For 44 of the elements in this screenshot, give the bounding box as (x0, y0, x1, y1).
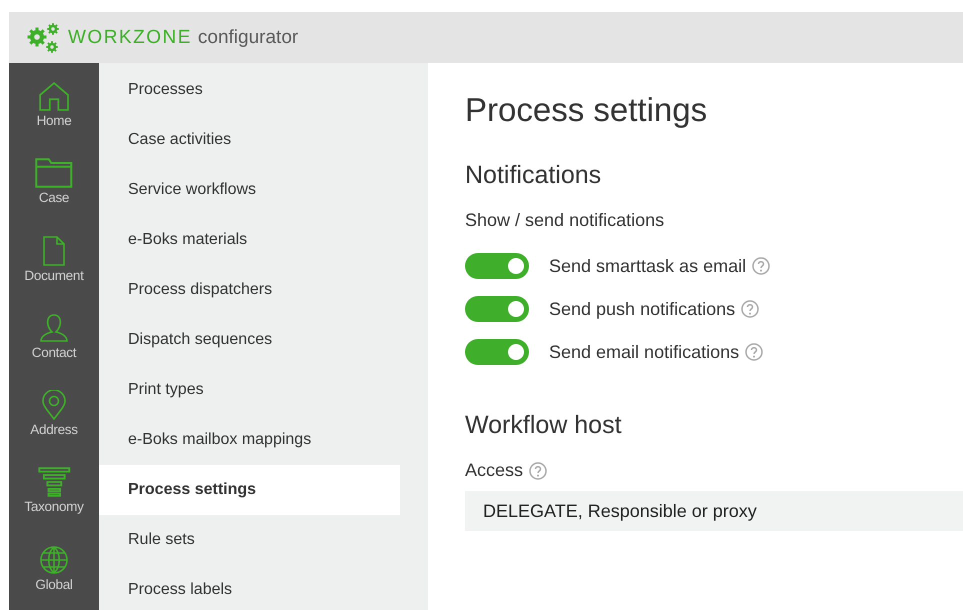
submenu-item[interactable]: Process labels (99, 565, 400, 610)
nav-item[interactable]: Global (35, 544, 73, 610)
toggle-label: Send push notifications (549, 298, 736, 320)
nav-item[interactable]: Home (36, 81, 72, 146)
document-icon (42, 236, 65, 266)
submenu-item[interactable]: Rule sets (99, 515, 400, 565)
submenu-item[interactable]: e-Boks materials (99, 215, 400, 265)
nav-item[interactable]: Case (35, 158, 73, 224)
field-label: Show / send notifications (465, 210, 664, 231)
help-icon[interactable] (741, 300, 760, 318)
toggle-switch[interactable] (465, 296, 529, 322)
submenu-item[interactable]: Processes (99, 65, 400, 115)
folder-icon (35, 158, 73, 188)
submenu-item[interactable]: Case activities (99, 115, 400, 165)
field-label: Access (465, 460, 524, 481)
submenu-item[interactable]: Process settings (99, 465, 400, 515)
nav-item[interactable]: Document (24, 236, 84, 301)
filter-stack-icon (36, 467, 72, 498)
submenu-item[interactable]: e-Boks mailbox mappings (99, 415, 400, 465)
page-title: Process settings (465, 91, 708, 130)
toggle-label: Send smarttask as email (549, 256, 746, 276)
person-icon (39, 312, 69, 343)
product-name: configurator (198, 26, 298, 48)
submenu-item[interactable]: Service workflows (99, 165, 400, 215)
globe-icon (38, 544, 69, 575)
toggle-label: Send email notifications (549, 342, 740, 362)
location-pin-icon (42, 390, 66, 420)
help-icon[interactable] (745, 343, 764, 361)
nav-item[interactable]: Contact (32, 312, 76, 378)
nav-item[interactable]: Taxonomy (24, 467, 84, 533)
brand-name: WORKZONE (68, 26, 192, 48)
section-heading: Workflow host (465, 411, 623, 440)
section-heading: Notifications (465, 161, 602, 190)
nav-item[interactable]: Address (30, 390, 78, 456)
submenu-item[interactable]: Dispatch sequences (99, 315, 400, 365)
help-icon[interactable] (752, 257, 770, 275)
submenu-item[interactable]: Process dispatchers (99, 265, 400, 315)
toggle-switch[interactable] (465, 339, 529, 365)
gears-logo-icon (26, 20, 62, 54)
toggle-switch[interactable] (465, 253, 529, 279)
home-icon (38, 81, 70, 111)
access-field[interactable]: DELEGATE, Responsible or proxy (465, 491, 963, 531)
submenu-item[interactable]: Print types (99, 365, 400, 415)
help-icon[interactable] (529, 462, 548, 480)
